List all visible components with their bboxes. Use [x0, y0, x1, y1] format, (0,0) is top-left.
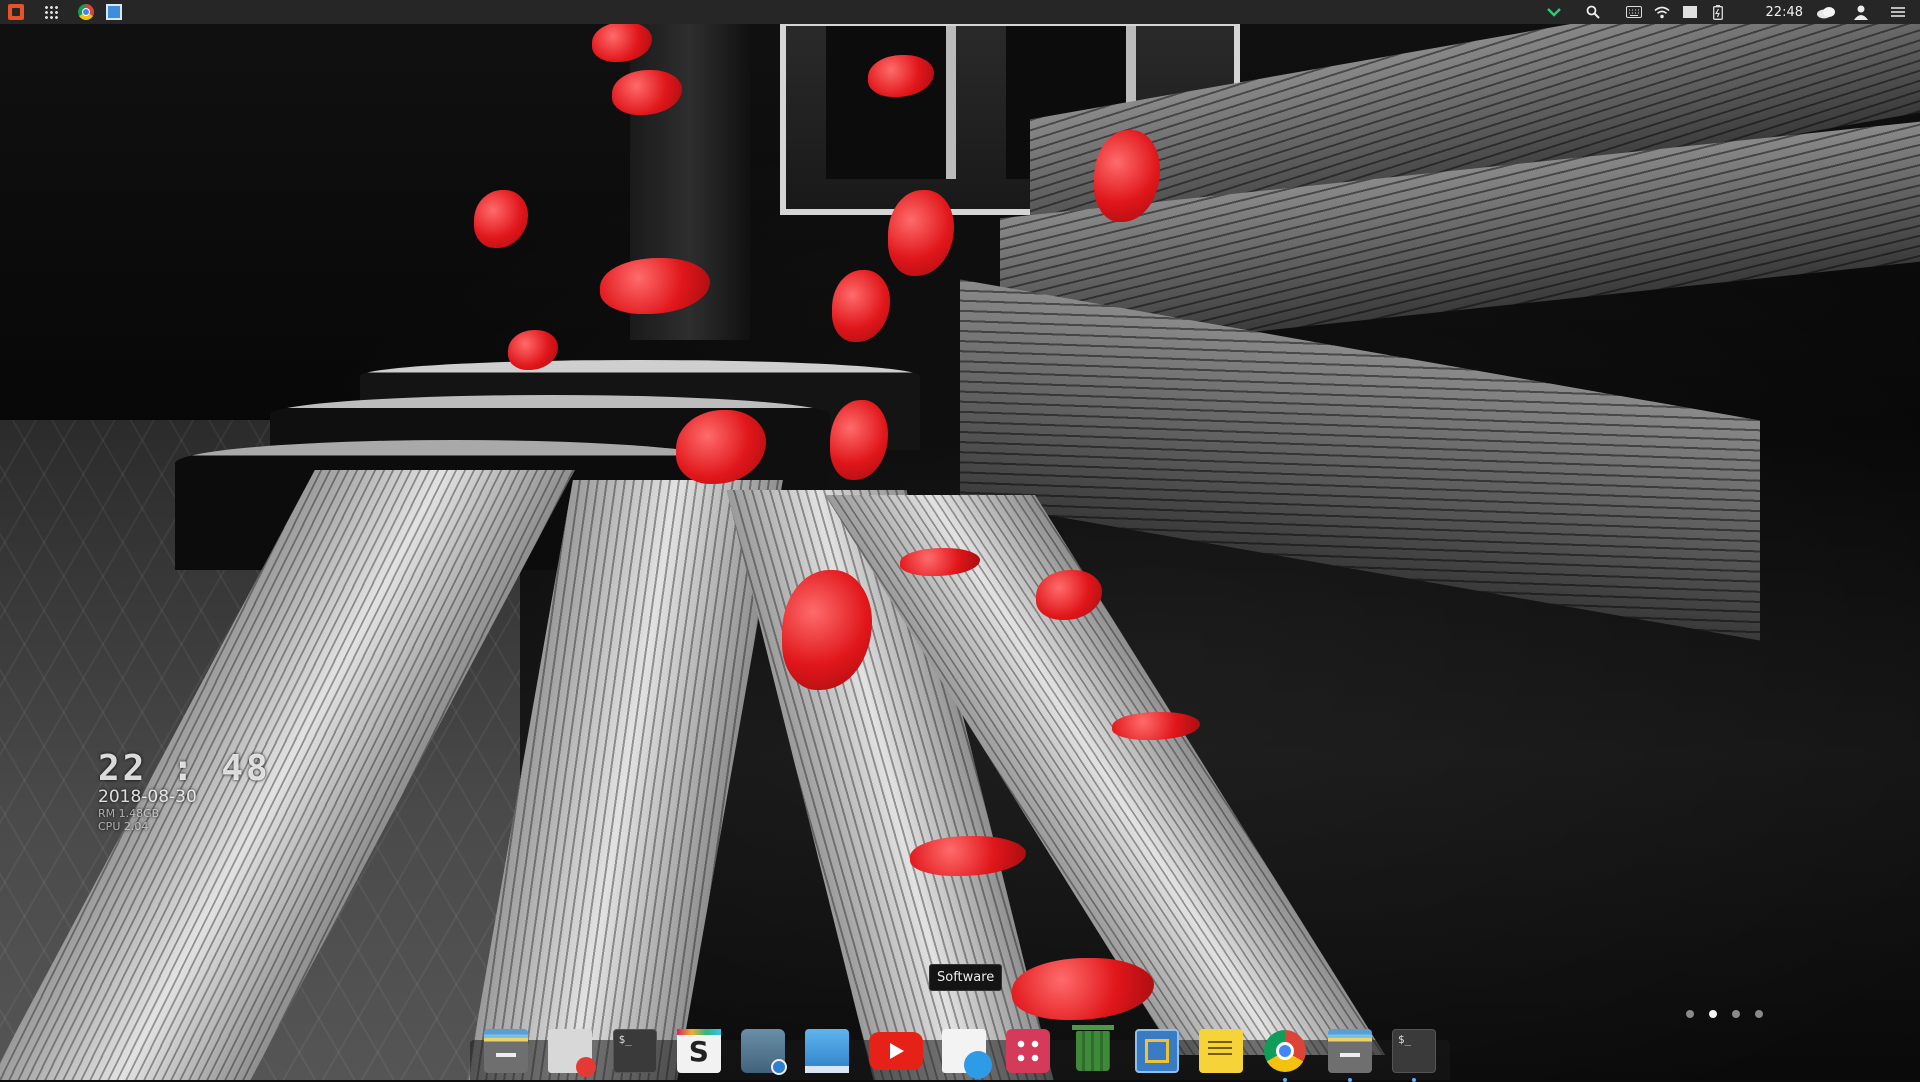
dock-item-terminal[interactable]: $_	[609, 1022, 661, 1080]
keyboard-icon[interactable]	[1623, 1, 1645, 23]
dock-tooltip: Software	[929, 964, 1003, 991]
wifi-icon[interactable]	[1651, 1, 1673, 23]
petal	[832, 270, 890, 342]
dots-app-icon	[1006, 1029, 1051, 1073]
dock-item-notes[interactable]	[1195, 1022, 1247, 1080]
workspace-dot[interactable]	[1755, 1010, 1763, 1018]
chrome-icon[interactable]	[75, 1, 97, 23]
widget-date: 2018-08-30	[98, 787, 197, 807]
terminal-glyph: $_	[618, 1033, 632, 1046]
terminal-glyph: $_	[1397, 1033, 1412, 1046]
files-icon	[484, 1029, 528, 1073]
search-icon[interactable]	[1582, 1, 1604, 23]
chevron-down-icon[interactable]	[1543, 1, 1565, 23]
widget-cpu: CPU 2.04	[98, 820, 149, 833]
petal	[888, 190, 954, 276]
system-info-widget: 22 : 48 2018-08-30 RM 1.48GB CPU 2.04	[98, 748, 271, 833]
youtube-icon	[868, 1032, 923, 1070]
dock-item-slack[interactable]: S	[673, 1022, 725, 1080]
dock-item-text-editor[interactable]	[544, 1022, 597, 1080]
battery-icon[interactable]	[1707, 1, 1729, 23]
dock-item-screenshot[interactable]	[737, 1022, 789, 1080]
text-editor-icon	[548, 1029, 597, 1077]
dock-item-youtube[interactable]	[866, 1022, 926, 1080]
slack-glyph: S	[688, 1034, 709, 1068]
petal	[1012, 958, 1154, 1020]
dock: $_ S $_	[480, 1018, 1440, 1082]
widget-ram: RM 1.48GB	[98, 807, 160, 820]
display-icon[interactable]	[1679, 1, 1701, 23]
dock-item-software[interactable]	[938, 1022, 992, 1080]
dock-item-system-monitor[interactable]	[1131, 1022, 1183, 1080]
panel-clock[interactable]: 22:48	[1766, 5, 1803, 20]
running-indicator	[1347, 1078, 1352, 1082]
user-icon[interactable]	[1850, 1, 1872, 23]
top-panel: 22:48	[0, 0, 1920, 24]
petal	[474, 190, 528, 248]
workspace-pager	[1686, 1010, 1763, 1018]
notes-icon	[1199, 1029, 1244, 1073]
files-icon	[1327, 1029, 1372, 1073]
workspace-dot[interactable]	[1686, 1010, 1694, 1018]
petal	[1112, 712, 1200, 740]
slack-icon: S	[676, 1029, 721, 1073]
software-icon	[941, 1029, 992, 1079]
petal	[830, 400, 888, 480]
widget-time: 22 : 48	[98, 748, 271, 789]
screenshot-icon	[741, 1029, 788, 1075]
weather-icon[interactable]	[1815, 1, 1837, 23]
workspace-dot-active[interactable]	[1709, 1010, 1717, 1018]
dock-item-chrome[interactable]	[1259, 1022, 1311, 1082]
running-indicator	[1411, 1078, 1416, 1082]
app-grid-icon[interactable]	[40, 1, 62, 23]
show-desktop-icon	[805, 1029, 850, 1073]
dock-item-trash[interactable]	[1067, 1022, 1119, 1080]
workspace-dot[interactable]	[1732, 1010, 1740, 1018]
dock-item-show-desktop[interactable]	[801, 1022, 853, 1080]
dock-item-terminal-running[interactable]: $_	[1388, 1022, 1440, 1082]
dock-item-files[interactable]	[480, 1022, 532, 1080]
window-manager-icon[interactable]	[103, 1, 125, 23]
system-monitor-icon	[1134, 1029, 1179, 1073]
desktop-wallpaper	[0, 0, 1920, 1080]
dock-item-files-running[interactable]	[1324, 1022, 1376, 1082]
running-indicator	[1283, 1078, 1288, 1082]
trash-icon	[1071, 1025, 1114, 1071]
launcher-icon[interactable]	[5, 1, 27, 23]
chrome-icon	[1264, 1030, 1307, 1072]
terminal-icon: $_	[612, 1029, 657, 1073]
menu-icon[interactable]	[1887, 1, 1909, 23]
petal	[910, 836, 1026, 876]
dock-item-dots-app[interactable]	[1002, 1022, 1054, 1080]
terminal-icon: $_	[1391, 1029, 1436, 1073]
